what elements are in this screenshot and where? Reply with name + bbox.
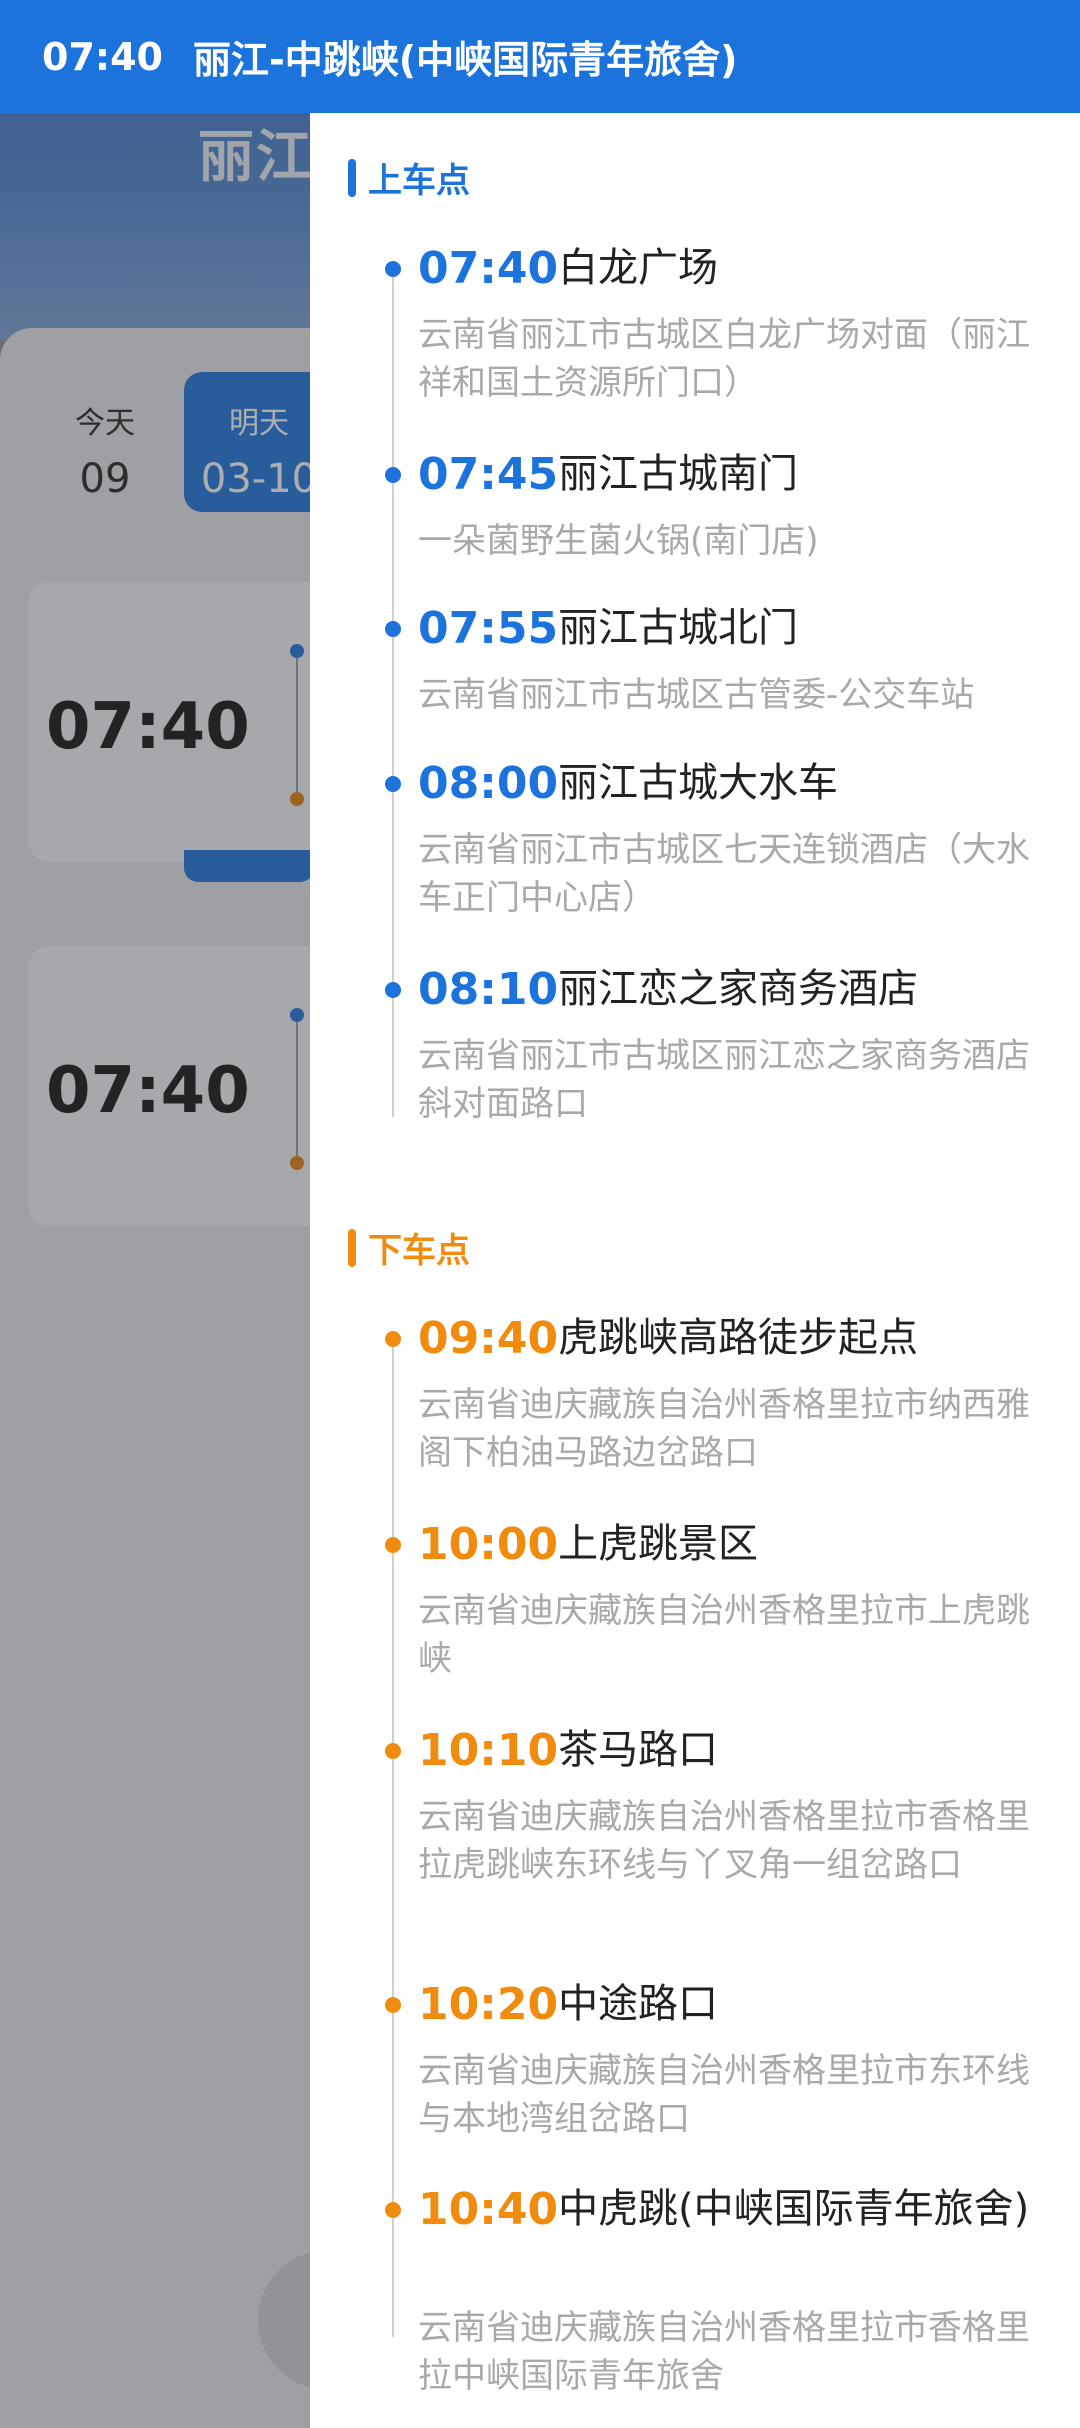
stop-time: 07:45 xyxy=(418,449,559,500)
boarding-section-title: 上车点 xyxy=(368,161,470,201)
alighting-timeline-line xyxy=(392,1337,394,2337)
stop-address: 云南省丽江市古城区七天连锁酒店（大水车正门中心店） xyxy=(418,830,1030,918)
section-marker xyxy=(348,158,356,197)
departure-time: 07:40 xyxy=(42,34,163,79)
timeline-dot xyxy=(385,1537,401,1553)
stop-name: 上虎跳景区 xyxy=(558,1521,759,1567)
stop-name: 丽江古城南门 xyxy=(558,451,799,497)
stop-name: 中虎跳(中峡国际青年旅舍) xyxy=(558,2186,1030,2232)
timeline-dot xyxy=(385,982,401,998)
timeline-dot xyxy=(385,467,401,483)
boarding-section-header: 上车点 xyxy=(348,153,470,202)
stop-address: 云南省迪庆藏族自治州香格里拉市纳西雅阁下柏油马路边岔路口 xyxy=(418,1385,1030,1473)
stop-name: 中途路口 xyxy=(558,1981,719,2027)
stop-name: 丽江古城大水车 xyxy=(558,760,839,806)
alighting-section-header: 下车点 xyxy=(348,1223,470,1272)
stop-address: 云南省丽江市古城区古管委-公交车站 xyxy=(418,675,975,715)
stop-address: 云南省迪庆藏族自治州香格里拉市上虎跳峡 xyxy=(418,1591,1030,1679)
stop-time: 09:40 xyxy=(418,1313,559,1364)
stop-name: 虎跳峡高路徒步起点 xyxy=(558,1315,919,1361)
stop-name: 丽江古城北门 xyxy=(558,605,799,651)
section-marker xyxy=(348,1228,356,1267)
stop-address: 云南省丽江市古城区丽江恋之家商务酒店斜对面路口 xyxy=(418,1036,1030,1124)
stop-address: 云南省丽江市古城区白龙广场对面（丽江祥和国土资源所门口） xyxy=(418,315,1030,403)
alighting-section-title: 下车点 xyxy=(368,1231,470,1271)
timeline-dot xyxy=(385,1743,401,1759)
stop-time: 08:00 xyxy=(418,758,559,809)
timeline-dot xyxy=(385,261,401,277)
stop-time: 10:10 xyxy=(418,1725,559,1776)
stop-address: 云南省迪庆藏族自治州香格里拉市香格里拉虎跳峡东环线与丫叉角一组岔路口 xyxy=(418,1797,1030,1885)
drawer-title-bar: 07:40 丽江-中跳峡(中峡国际青年旅舍) xyxy=(0,0,1080,113)
timeline-dot xyxy=(385,776,401,792)
stops-drawer: 上车点 07:40 白龙广场 云南省丽江市古城区白龙广场对面（丽江祥和国土资源所… xyxy=(310,113,1080,2428)
stop-name: 茶马路口 xyxy=(558,1727,719,1773)
stop-time: 07:40 xyxy=(418,243,559,294)
stop-address: 云南省迪庆藏族自治州香格里拉市香格里拉中峡国际青年旅舍 xyxy=(418,2308,1030,2396)
timeline-dot xyxy=(385,621,401,637)
stop-time: 10:00 xyxy=(418,1519,559,1570)
stop-time: 10:40 xyxy=(418,2184,559,2235)
stop-address: 云南省迪庆藏族自治州香格里拉市东环线与本地湾组岔路口 xyxy=(418,2051,1030,2139)
stop-time: 07:55 xyxy=(418,603,559,654)
timeline-dot xyxy=(385,1997,401,2013)
stop-name: 丽江恋之家商务酒店 xyxy=(558,966,919,1012)
route-title: 丽江-中跳峡(中峡国际青年旅舍) xyxy=(192,38,738,82)
timeline-dot xyxy=(385,1331,401,1347)
stop-name: 白龙广场 xyxy=(558,245,719,291)
stop-time: 08:10 xyxy=(418,964,559,1015)
timeline-dot xyxy=(385,2202,401,2218)
stop-time: 10:20 xyxy=(418,1979,559,2030)
stop-address: 一朵菌野生菌火锅(南门店) xyxy=(418,521,819,561)
